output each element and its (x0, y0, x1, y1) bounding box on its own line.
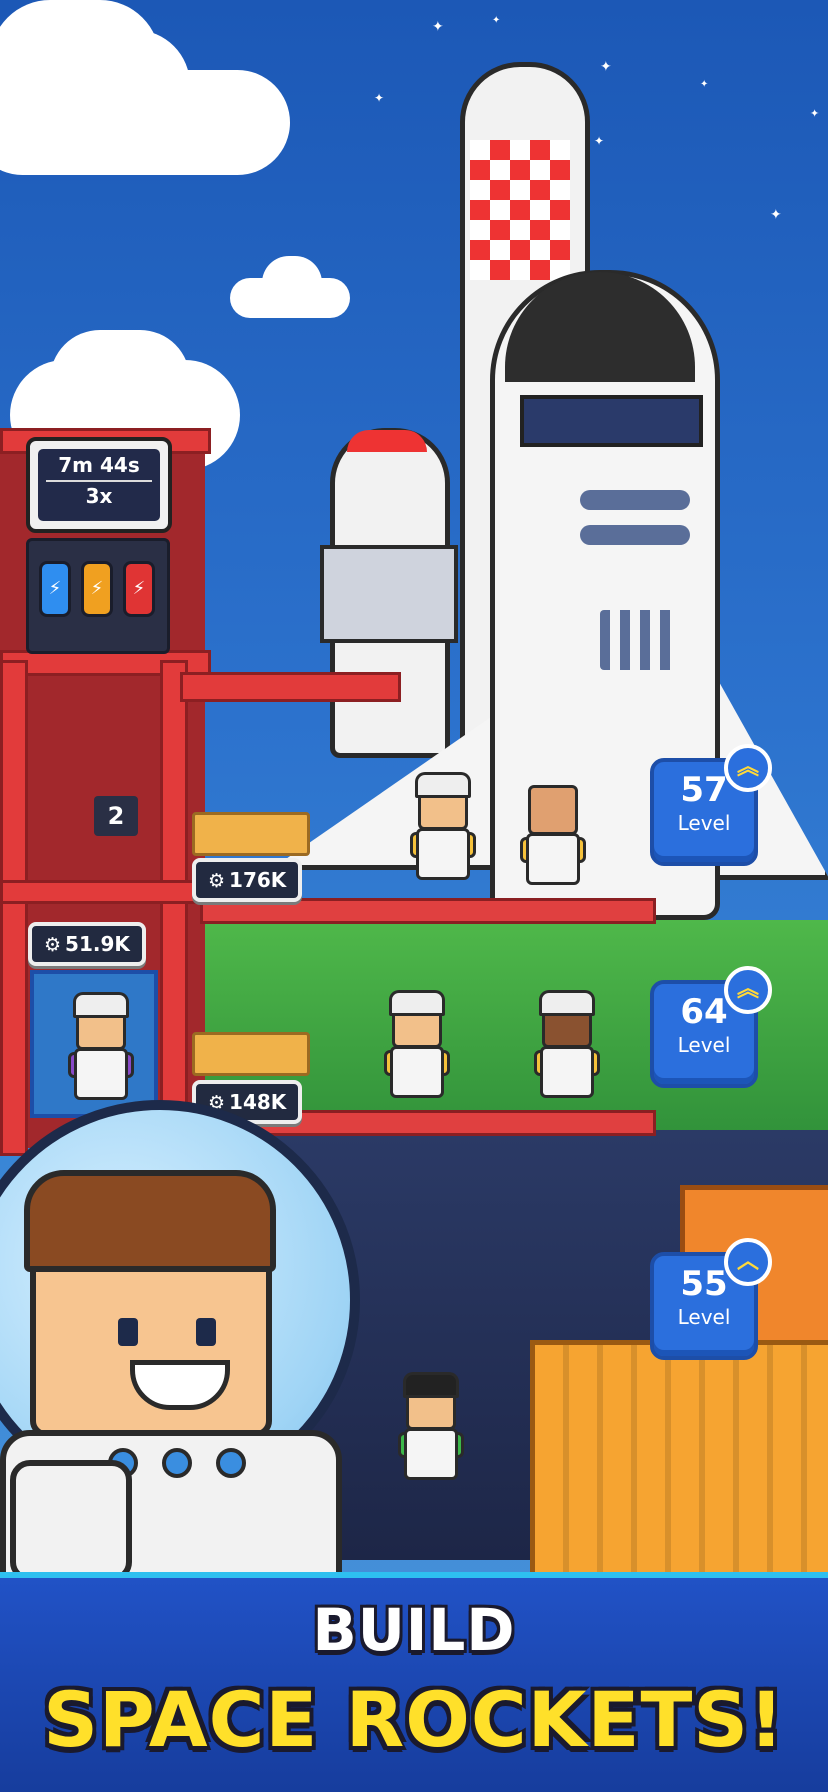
worker-cap (389, 990, 445, 1016)
level-label: Level (677, 811, 731, 835)
worker-cap (73, 992, 129, 1018)
worker-body (404, 1428, 458, 1480)
worker-body (540, 1046, 594, 1098)
elevator-worker[interactable] (68, 990, 134, 1100)
cloud (60, 30, 190, 140)
worker-body (416, 828, 470, 880)
worker-body (74, 1048, 128, 1100)
worker-body (390, 1046, 444, 1098)
resource-amount: 176K (229, 868, 287, 892)
worker-cap (415, 772, 471, 798)
battery-red-icon: ⚡ (123, 561, 155, 617)
lower-crate-stack (192, 1032, 310, 1076)
upper-worker-1[interactable] (410, 770, 476, 880)
shuttle-vent (580, 490, 690, 510)
star-decoration: ✦ (700, 79, 709, 90)
level-badge-upper[interactable]: 57 Level ︽ (650, 744, 772, 866)
shuttle-vent (580, 525, 690, 545)
worker-head (528, 785, 578, 835)
shuttle-cockpit-window (520, 395, 703, 447)
game-scene: ✦ ✦ ✦ ✦ ✦ ✦ ✦ ✦ ✦ 7m 44s 3x ⚡ ⚡ ⚡ (0, 0, 828, 1792)
battery-blue-icon: ⚡ (39, 561, 71, 617)
astronaut-hair (24, 1170, 276, 1272)
double-chevron-up-icon[interactable]: ︽ (724, 744, 772, 792)
star-decoration: ✦ (432, 19, 444, 35)
gear-icon: ⚙ (44, 934, 62, 956)
star-decoration: ✦ (770, 207, 782, 223)
worker-hair (403, 1372, 459, 1398)
level-label: Level (677, 1305, 731, 1329)
gear-icon: ⚙ (208, 870, 226, 892)
battery-orange-icon: ⚡ (81, 561, 113, 617)
upper-worker-2[interactable] (520, 775, 586, 885)
cloud (50, 330, 190, 430)
production-timer-panel[interactable]: 7m 44s 3x (26, 437, 172, 533)
upper-crate-stack (192, 812, 310, 856)
lower-worker-2[interactable] (534, 988, 600, 1098)
lower-worker-1[interactable] (384, 988, 450, 1098)
star-decoration: ✦ (600, 59, 612, 75)
tower-beam (0, 660, 28, 1156)
level-badge-lower[interactable]: 55 Level ︿ (650, 1238, 772, 1360)
banner-line-1: BUILD (312, 1596, 516, 1664)
shuttle-vent (600, 610, 680, 670)
worker-body (526, 833, 580, 885)
resource-amount: 51.9K (65, 932, 130, 956)
checkered-rocket-section (470, 140, 570, 280)
chevron-up-icon[interactable]: ︿ (724, 1238, 772, 1286)
astronaut-right-eye (196, 1318, 216, 1346)
level-label: Level (677, 1033, 731, 1057)
star-decoration: ✦ (492, 15, 501, 26)
double-chevron-up-icon[interactable]: ︽ (724, 966, 772, 1014)
timer-countdown: 7m 44s (46, 449, 152, 482)
tower-beam (160, 660, 188, 1156)
star-decoration: ✦ (594, 134, 605, 148)
battery-panel[interactable]: ⚡ ⚡ ⚡ (26, 538, 170, 654)
upper-platform-resource-tag[interactable]: ⚙ 176K (192, 858, 303, 902)
ground-worker[interactable] (398, 1370, 464, 1480)
yellow-cargo-container (530, 1340, 828, 1580)
worker-cap (539, 990, 595, 1016)
astronaut-left-eye (118, 1318, 138, 1346)
star-decoration: ✦ (810, 107, 820, 120)
cloud (262, 256, 322, 310)
astronaut-glove (10, 1460, 132, 1582)
level-badge-middle[interactable]: 64 Level ︽ (650, 966, 772, 1088)
elevator-resource-tag[interactable]: ⚙ 51.9K (28, 922, 146, 966)
timer-multiplier: 3x (85, 484, 113, 508)
star-decoration: ✦ (374, 91, 385, 105)
suit-button-icon (216, 1448, 246, 1478)
suit-button-icon (162, 1448, 192, 1478)
resource-amount: 148K (229, 1090, 287, 1114)
elevator-floor-number: 2 (94, 796, 138, 836)
booster-nose-cone (347, 430, 427, 452)
banner-line-2: SPACE ROCKETS! (43, 1675, 785, 1764)
launch-truss (320, 545, 458, 643)
tower-beam (0, 880, 211, 904)
tower-arm (180, 672, 401, 702)
